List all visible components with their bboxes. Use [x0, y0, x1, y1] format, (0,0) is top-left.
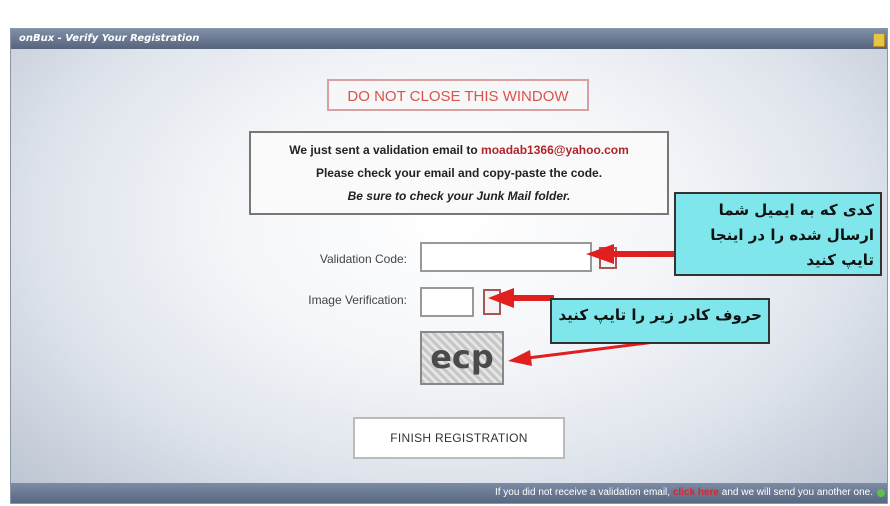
- footer-bar: If you did not receive a validation emai…: [11, 483, 887, 503]
- warning-banner: DO NOT CLOSE THIS WINDOW: [327, 79, 589, 111]
- window-menu-icon[interactable]: [873, 33, 885, 47]
- title-bar: onBux - Verify Your Registration: [11, 29, 887, 49]
- message-line-1: We just sent a validation email to moada…: [251, 139, 667, 162]
- annotation-note-captcha: حروف کادر زیر را تایپ کنید: [550, 298, 770, 344]
- validation-code-label: Validation Code:: [319, 252, 407, 266]
- email-address: moadab1366@yahoo.com: [481, 143, 629, 157]
- captcha-image: ecp: [420, 331, 504, 385]
- message-line-2: Please check your email and copy-paste t…: [315, 166, 603, 180]
- message-prefix: We just sent a validation email to: [289, 143, 478, 157]
- validation-message-box: We just sent a validation email to moada…: [249, 131, 669, 215]
- image-verification-input[interactable]: [420, 287, 474, 317]
- message-line-3: Be sure to check your Junk Mail folder.: [347, 189, 571, 203]
- image-verification-label: Image Verification:: [308, 293, 407, 307]
- annotation-note-validation: کدی که به ایمیل شما ارسال شده را در اینج…: [674, 192, 882, 276]
- footer-text-before: If you did not receive a validation emai…: [494, 487, 671, 498]
- validation-code-input[interactable]: [420, 242, 592, 272]
- window-title: onBux - Verify Your Registration: [19, 33, 200, 44]
- footer-text-after: and we will send you another one.: [721, 487, 873, 498]
- validation-status-icon: [599, 247, 617, 269]
- status-dot-icon: [877, 489, 885, 497]
- finish-registration-button[interactable]: FINISH REGISTRATION: [353, 417, 565, 459]
- resend-email-link[interactable]: click here: [673, 487, 719, 498]
- image-verification-status-icon: [483, 289, 501, 315]
